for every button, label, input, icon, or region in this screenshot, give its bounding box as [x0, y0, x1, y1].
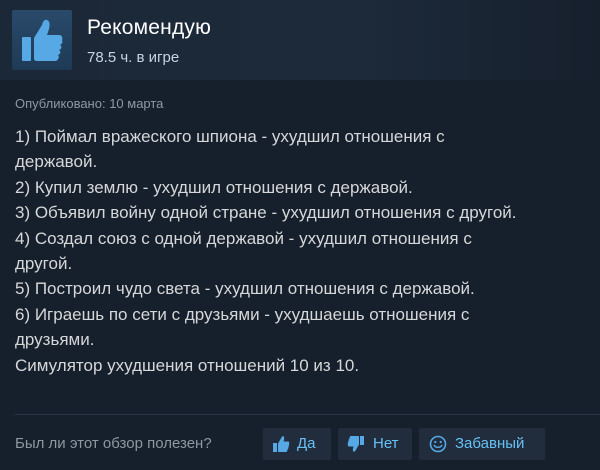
review-line: 3) Объявил войну одной стране - ухудшил … [15, 203, 517, 223]
review-line: Симулятор ухудшения отношений 10 из 10. [15, 355, 360, 375]
review-line: 2) Купил землю - ухудшил отношения с дер… [15, 177, 413, 197]
playtime: 78.5 ч. в игре [87, 49, 180, 66]
smiley-icon [429, 435, 447, 453]
posted-date: Опубликовано: 10 марта [15, 96, 164, 111]
vote-funny-label: Забавный [455, 435, 525, 452]
review-line: друзьями. [15, 330, 95, 350]
divider [15, 414, 600, 415]
review-line: другой. [15, 254, 73, 274]
recommendation-title: Рекомендую [87, 16, 212, 39]
helpful-question: Был ли этот обзор полезен? [15, 435, 212, 452]
vote-yes-button[interactable]: Да [263, 428, 331, 460]
thumbs-up-icon [22, 19, 63, 61]
review-text: 1) Поймал вражеского шпиона - ухудшил от… [15, 124, 590, 378]
thumbs-up-icon [273, 436, 290, 452]
review-line: державой. [15, 152, 98, 172]
review-line: 1) Поймал вражеского шпиона - ухудшил от… [15, 127, 445, 146]
review-line: 4) Создал союз с одной державой - ухудши… [15, 228, 472, 248]
vote-yes-label: Да [297, 435, 316, 452]
vote-funny-button[interactable]: Забавный [419, 428, 545, 460]
review-line: 5) Построил чудо света - ухудшил отношен… [15, 279, 475, 299]
vote-no-button[interactable]: Нет [338, 428, 412, 460]
review-header: Рекомендую 78.5 ч. в игре [0, 0, 600, 80]
recommend-badge [12, 10, 72, 70]
review-line: 6) Играешь по сети с друзьями - ухудшаеш… [15, 304, 470, 324]
thumbs-down-icon [347, 436, 364, 452]
vote-no-label: Нет [373, 435, 399, 452]
